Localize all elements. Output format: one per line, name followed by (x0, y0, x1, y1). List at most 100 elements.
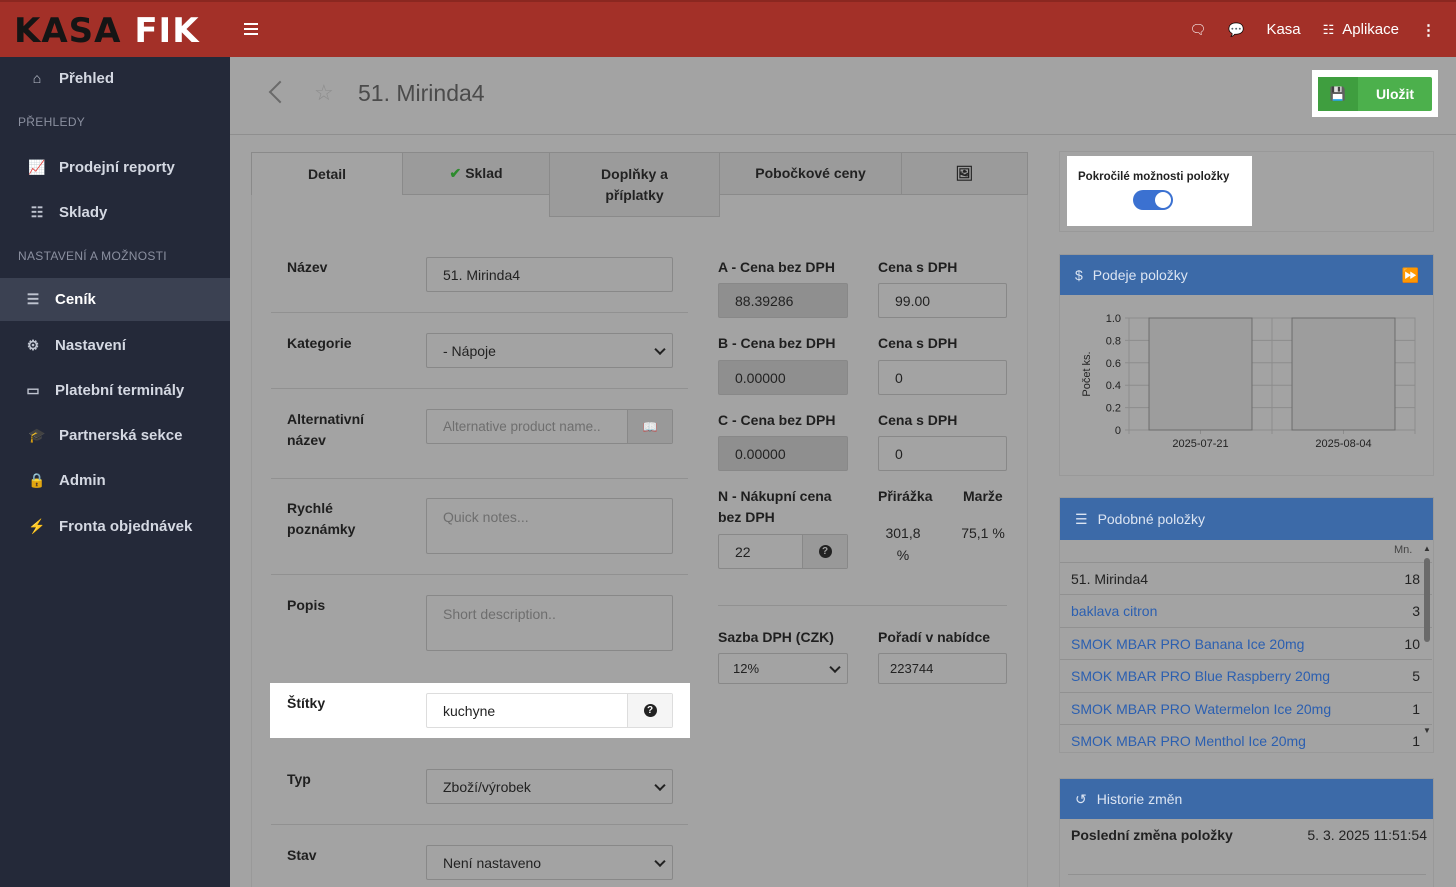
poradi-input[interactable]: 223744 (878, 653, 1007, 684)
history-last-value: 5. 3. 2025 11:51:54 (1307, 827, 1427, 843)
price-c-dph-input[interactable]: 0 (878, 436, 1007, 471)
sidebar-item-partnerska-sekce[interactable]: 🎓 Partnerská sekce (0, 414, 230, 456)
sidebar-item-platebni-terminaly[interactable]: ▭ Platební terminály (0, 369, 230, 411)
list-item[interactable]: SMOK MBAR PRO Menthol Ice 20mg 1 (1060, 724, 1432, 752)
list-item[interactable]: SMOK MBAR PRO Blue Raspberry 20mg 5 (1060, 659, 1432, 691)
notes-textarea[interactable]: Quick notes... (426, 498, 673, 554)
apps-menu[interactable]: ☷ Aplikace (1323, 21, 1399, 38)
history-header: ↺ Historie změn (1060, 779, 1433, 819)
divider (1068, 874, 1426, 875)
price-a-dph-label: Cena s DPH (878, 259, 958, 275)
stav-select[interactable]: Není nastaveno (426, 845, 673, 880)
history-icon: ↺ (1075, 790, 1087, 807)
more-menu-icon[interactable]: ⋮ (1421, 21, 1436, 39)
price-a-label: A - Cena bez DPH (718, 259, 835, 275)
sidebar-item-sklady[interactable]: ☷ Sklady (0, 191, 230, 233)
list-item[interactable]: 51. Mirinda4 18 (1060, 562, 1432, 594)
divider (271, 478, 688, 479)
page-title: 51. Mirinda4 (358, 80, 485, 106)
logo[interactable]: KASA FIK (14, 12, 210, 50)
poradi-label: Pořadí v nabídce (878, 629, 991, 645)
purchase-price-label: N - Nákupní cena bez DPH (718, 488, 832, 525)
chart-line-icon: 📈 (28, 158, 46, 175)
dollar-icon: $ (1075, 267, 1083, 283)
price-a-dph-input[interactable]: 99.00 (878, 283, 1007, 318)
tab-pobockove-ceny[interactable]: Pobočkové ceny (719, 152, 902, 195)
home-icon: ⌂ (32, 70, 42, 86)
chat-button[interactable]: 🗨 (1190, 22, 1207, 38)
tab-doplnky[interactable]: Doplňky a příplatky (549, 152, 720, 217)
save-button[interactable]: 💾 Uložit (1318, 77, 1432, 111)
x-tick-label: 2025-08-04 (1315, 438, 1371, 450)
tab-images[interactable]: 🖼 (901, 152, 1028, 195)
list-icon: ☰ (26, 291, 40, 307)
y-tick-label: 1.0 (1106, 313, 1121, 325)
comments-icon: 🗨 (1189, 21, 1207, 37)
divider (718, 605, 1007, 606)
bolt-icon: ⚡ (28, 517, 46, 534)
tab-detail[interactable]: Detail (251, 152, 403, 195)
sidebar-item-prehled[interactable]: ⌂ Přehled (0, 57, 230, 99)
notes-label: Rychlé poznámky (287, 500, 356, 537)
sales-title: Podeje položky (1092, 267, 1188, 283)
credit-card-icon: ▭ (26, 381, 40, 398)
advanced-label: Pokročilé možnosti položky (1078, 171, 1230, 183)
x-tick-label: 2025-07-21 (1172, 438, 1228, 450)
advanced-highlight: Pokročilé možnosti položky (1067, 156, 1252, 226)
sidebar-item-admin[interactable]: 🔒 Admin (0, 459, 230, 501)
scrollbar[interactable]: ▲ ▼ (1422, 544, 1432, 738)
price-b-dph-input[interactable]: 0 (878, 360, 1007, 395)
y-tick-label: 0.8 (1106, 335, 1121, 347)
list-item[interactable]: baklava citron 3 (1060, 594, 1432, 626)
messages-button[interactable]: 💬 (1228, 22, 1244, 38)
stav-label: Stav (287, 847, 317, 863)
sidebar-header-nastaveni: NASTAVENÍ A MOŽNOSTI (18, 249, 167, 263)
kasa-link[interactable]: Kasa (1266, 21, 1300, 38)
sales-header: $ Podeje položky ⏩ (1060, 255, 1433, 295)
alt-name-input[interactable]: Alternative product name.. 📖 (426, 409, 673, 444)
price-c-input: 0.00000 (718, 436, 848, 471)
sidebar-item-fronta-objednavek[interactable]: ⚡ Fronta objednávek (0, 505, 230, 547)
help-icon[interactable]: ? (627, 694, 672, 727)
purchase-price-input[interactable]: 22? (718, 534, 848, 569)
help-icon[interactable]: ? (802, 535, 847, 568)
star-icon[interactable]: ☆ (314, 80, 334, 106)
y-tick-label: 0.2 (1106, 403, 1121, 415)
divider (271, 574, 688, 575)
sidebar-item-cenik[interactable]: ☰ Ceník (0, 278, 230, 321)
marze-value: 75,1 % (961, 525, 1005, 541)
price-b-label: B - Cena bez DPH (718, 335, 836, 351)
typ-select[interactable]: Zboží/výrobek (426, 769, 673, 804)
y-tick-label: 0.6 (1106, 358, 1121, 370)
nazev-input[interactable]: 51. Mirinda4 (426, 257, 673, 292)
menu-toggle-icon[interactable] (244, 23, 258, 35)
list-item[interactable]: SMOK MBAR PRO Banana Ice 20mg 10 (1060, 627, 1432, 659)
sidebar-item-nastaveni[interactable]: ⚙ Nastavení (0, 324, 230, 366)
sales-box: $ Podeje položky ⏩ 1.0 0.8 0.6 0.4 0.2 0 2025-… (1059, 254, 1434, 476)
alt-name-label: Alternativní název (287, 411, 365, 448)
comment-icon: 💬 (1228, 21, 1245, 37)
tab-sklad[interactable]: ✔ Sklad (402, 152, 550, 195)
gear-icon: ⚙ (26, 336, 40, 353)
translate-icon[interactable]: 📖 (627, 410, 672, 443)
history-box: ↺ Historie změn Poslední změna položky 5… (1059, 778, 1434, 887)
bar (1291, 317, 1396, 431)
sidebar-item-prodejni-reporty[interactable]: 📈 Prodejní reporty (0, 146, 230, 188)
sazba-label: Sazba DPH (CZK) (718, 629, 834, 645)
y-axis-label: Počet ks. (1081, 351, 1093, 396)
popis-label: Popis (287, 597, 326, 613)
popis-textarea[interactable]: Short description.. (426, 595, 673, 651)
sazba-select[interactable]: 12% (718, 653, 848, 684)
stitky-input[interactable]: kuchyne? (426, 693, 673, 728)
advanced-toggle[interactable] (1133, 190, 1173, 210)
kategorie-select[interactable]: - Nápoje (426, 333, 673, 368)
list-item[interactable]: SMOK MBAR PRO Watermelon Ice 20mg 1 (1060, 692, 1432, 724)
divider (271, 824, 688, 825)
sales-chart: 1.0 0.8 0.6 0.4 0.2 0 2025-07-21 2025-08-04 Poče… (1081, 313, 1416, 450)
stitky-label: Štítky (287, 695, 326, 711)
fast-forward-icon[interactable]: ⏩ (1402, 267, 1419, 284)
y-tick-label: 0 (1115, 425, 1121, 437)
top-bar: KASA FIK 🗨 💬 Kasa ☷ Aplikace ⋮ (0, 0, 1456, 57)
sidebar-header-prehledy: PŘEHLEDY (18, 115, 86, 129)
prirazka-label: Přirážka (878, 488, 933, 504)
